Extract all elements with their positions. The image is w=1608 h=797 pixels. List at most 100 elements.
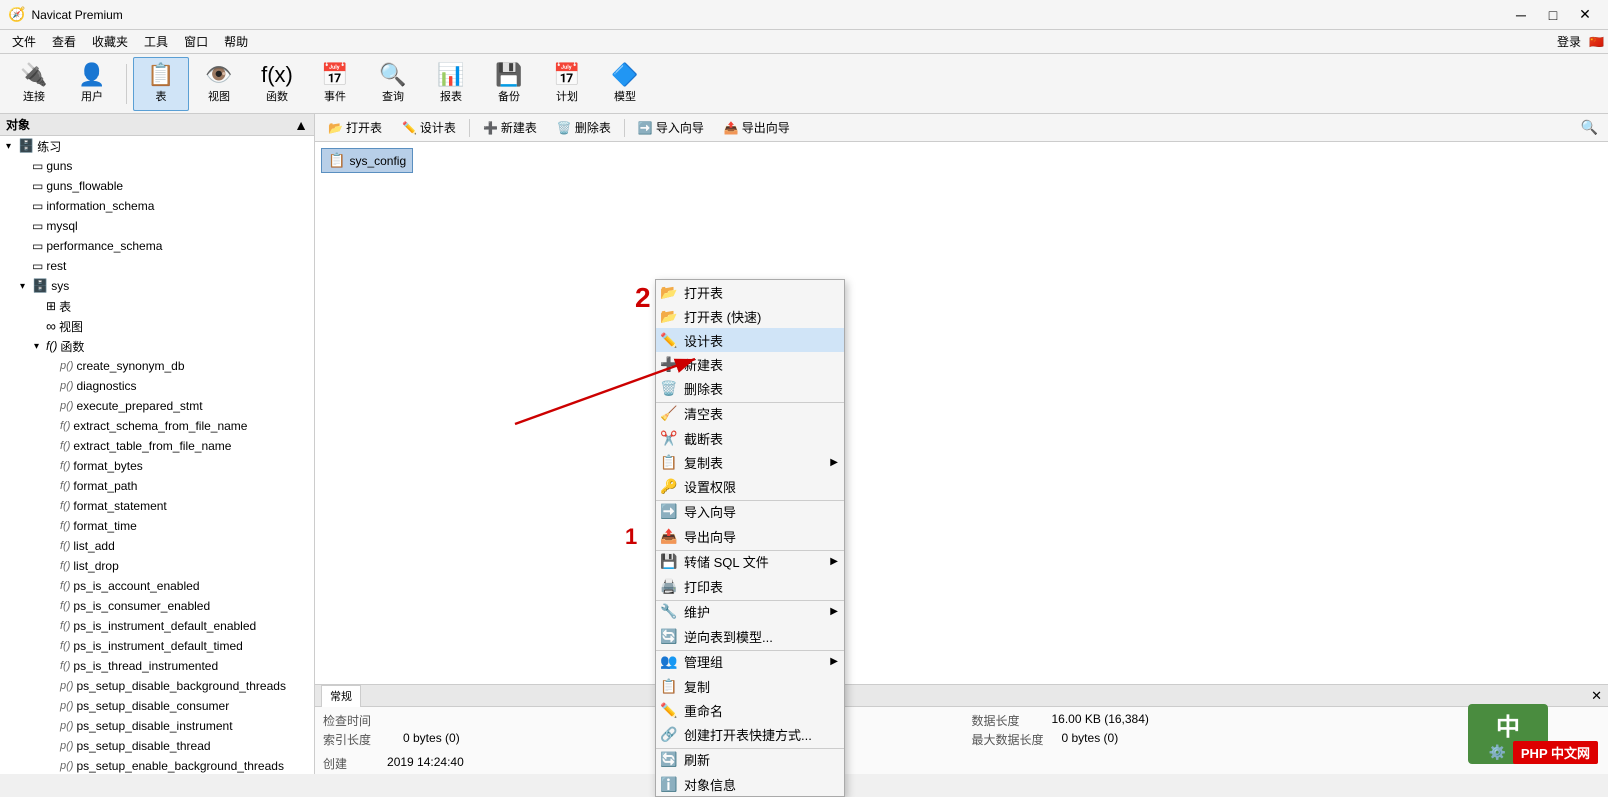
toolbar-label-模型: 模型 — [614, 88, 636, 104]
ctx-group[interactable]: 👥管理组▶ — [656, 650, 844, 674]
delete-table-btn[interactable]: 🗑️删除表 — [548, 117, 620, 139]
tree-icon-table: ▭ — [32, 239, 43, 253]
tree-item-ps_setup_disable_instrument[interactable]: p()ps_setup_disable_instrument — [0, 716, 314, 736]
tree-item-ps_setup_enable_background_threads[interactable]: p()ps_setup_enable_background_threads — [0, 756, 314, 774]
tree-item-guns_flowable[interactable]: ▭guns_flowable — [0, 176, 314, 196]
ctx-delete[interactable]: 🗑️删除表 — [656, 376, 844, 400]
tree-item-ps_is_account_enabled[interactable]: f()ps_is_account_enabled — [0, 576, 314, 596]
tree-label: format_statement — [73, 499, 166, 513]
ime-char: 中 — [1496, 707, 1520, 742]
toolbar-label-备份: 备份 — [498, 88, 520, 104]
ctx-export[interactable]: 📤导出向导 — [656, 524, 844, 548]
toolbar-btn-计划[interactable]: 📅计划 — [539, 57, 595, 111]
tree-item-format_path[interactable]: f()format_path — [0, 476, 314, 496]
ctx-shortcut[interactable]: 🔗创建打开表快捷方式... — [656, 722, 844, 746]
ctx-open[interactable]: 📂打开表 — [656, 280, 844, 304]
ctx-dump[interactable]: 💾转储 SQL 文件▶ — [656, 550, 844, 574]
toolbar-btn-报表[interactable]: 📊报表 — [423, 57, 479, 111]
tree-item-函数[interactable]: ▾f()函数 — [0, 336, 314, 356]
ctx-copy-table[interactable]: 📋复制表▶ — [656, 450, 844, 474]
ctx-maintain[interactable]: 🔧维护▶ — [656, 600, 844, 624]
toolbar-btn-备份[interactable]: 💾备份 — [481, 57, 537, 111]
tree-icon-db: 🗄️ — [32, 278, 48, 294]
design-table-btn[interactable]: ✏️设计表 — [393, 117, 465, 139]
ctx-new[interactable]: ➕新建表 — [656, 352, 844, 376]
login-label[interactable]: 登录 — [1557, 33, 1581, 50]
export-btn[interactable]: 📤导出向导 — [715, 117, 799, 139]
toolbar-icon-连接: 🔌 — [20, 64, 47, 86]
tree-item-extract_schema_from_file_name[interactable]: f()extract_schema_from_file_name — [0, 416, 314, 436]
tree-item-表[interactable]: ⊞表 — [0, 296, 314, 316]
import-btn[interactable]: ➡️导入向导 — [629, 117, 713, 139]
ctx-copy[interactable]: 📋复制 — [656, 674, 844, 698]
tree-item-format_statement[interactable]: f()format_statement — [0, 496, 314, 516]
menu-item-4[interactable]: 窗口 — [176, 30, 216, 54]
tree-item-ps_is_thread_instrumented[interactable]: f()ps_is_thread_instrumented — [0, 656, 314, 676]
tree-item-format_bytes[interactable]: f()format_bytes — [0, 456, 314, 476]
tree-item-视图[interactable]: ∞视图 — [0, 316, 314, 336]
minimize-button[interactable]: ─ — [1506, 4, 1536, 26]
tree-item-execute_prepared_stmt[interactable]: p()execute_prepared_stmt — [0, 396, 314, 416]
toolbar-btn-表[interactable]: 📋表 — [133, 57, 189, 111]
tree-item-ps_is_instrument_default_timed[interactable]: f()ps_is_instrument_default_timed — [0, 636, 314, 656]
menu-item-3[interactable]: 工具 — [136, 30, 176, 54]
index-value: 0 bytes (0) — [403, 731, 460, 748]
ctx-reverse[interactable]: 🔄逆向表到模型... — [656, 624, 844, 648]
toolbar-btn-用户[interactable]: 👤用户 — [64, 57, 120, 111]
ctx-info[interactable]: ℹ️对象信息 — [656, 772, 844, 796]
content-btn-label-0: 打开表 — [346, 119, 382, 136]
tree-item-ps_is_consumer_enabled[interactable]: f()ps_is_consumer_enabled — [0, 596, 314, 616]
ctx-open-fast[interactable]: 📂打开表 (快速) — [656, 304, 844, 328]
ctx-clear[interactable]: 🧹清空表 — [656, 402, 844, 426]
tree-item-information_schema[interactable]: ▭information_schema — [0, 196, 314, 216]
toolbar-btn-连接[interactable]: 🔌连接 — [6, 57, 62, 111]
ctx-design[interactable]: ✏️设计表 — [656, 328, 844, 352]
toolbar-btn-模型[interactable]: 🔷模型 — [597, 57, 653, 111]
ctx-truncate[interactable]: ✂️截断表 — [656, 426, 844, 450]
tree-item-list_drop[interactable]: f()list_drop — [0, 556, 314, 576]
toolbar-btn-查询[interactable]: 🔍查询 — [365, 57, 421, 111]
tree-item-ps_setup_disable_background_threads[interactable]: p()ps_setup_disable_background_threads — [0, 676, 314, 696]
tree-item-format_time[interactable]: f()format_time — [0, 516, 314, 536]
menu-item-0[interactable]: 文件 — [4, 30, 44, 54]
ctx-label-ctx-truncate: 截断表 — [684, 429, 723, 448]
tree-icon-func: p() — [60, 740, 73, 752]
ime-gear-icon[interactable]: ⚙️ — [1489, 744, 1506, 761]
close-button[interactable]: ✕ — [1570, 4, 1600, 26]
ctx-label-ctx-info: 对象信息 — [684, 775, 736, 794]
tree-item-mysql[interactable]: ▭mysql — [0, 216, 314, 236]
tree-item-list_add[interactable]: f()list_add — [0, 536, 314, 556]
tree-item-create_synonym_db[interactable]: p()create_synonym_db — [0, 356, 314, 376]
info-panel-close-icon[interactable]: ✕ — [1591, 688, 1602, 704]
tree-item-performance_schema[interactable]: ▭performance_schema — [0, 236, 314, 256]
selected-object-item[interactable]: 📋 sys_config — [321, 148, 413, 173]
search-icon[interactable]: 🔍 — [1575, 119, 1604, 136]
content-btn-icon-5: 📤 — [724, 121, 739, 135]
new-table-btn[interactable]: ➕新建表 — [474, 117, 546, 139]
ctx-import[interactable]: ➡️导入向导 — [656, 500, 844, 524]
ctx-label-ctx-print: 打印表 — [684, 577, 723, 596]
tree-item-练习[interactable]: ▾🗄️练习 — [0, 136, 314, 156]
tree-item-extract_table_from_file_name[interactable]: f()extract_table_from_file_name — [0, 436, 314, 456]
ctx-refresh[interactable]: 🔄刷新 — [656, 748, 844, 772]
tree-item-guns[interactable]: ▭guns — [0, 156, 314, 176]
info-tab-general[interactable]: 常规 — [321, 685, 361, 707]
menu-item-5[interactable]: 帮助 — [216, 30, 256, 54]
ctx-rename[interactable]: ✏️重命名 — [656, 698, 844, 722]
maximize-button[interactable]: □ — [1538, 4, 1568, 26]
open-table-btn[interactable]: 📂打开表 — [319, 117, 391, 139]
tree-item-sys[interactable]: ▾🗄️sys — [0, 276, 314, 296]
toolbar-btn-视图[interactable]: 👁️视图 — [191, 57, 247, 111]
toolbar-btn-事件[interactable]: 📅事件 — [307, 57, 363, 111]
ctx-print[interactable]: 🖨️打印表 — [656, 574, 844, 598]
toolbar-btn-函数[interactable]: f(x)函数 — [249, 57, 305, 111]
tree-item-ps_is_instrument_default_enabled[interactable]: f()ps_is_instrument_default_enabled — [0, 616, 314, 636]
menu-item-2[interactable]: 收藏夹 — [84, 30, 136, 54]
tree-item-diagnostics[interactable]: p()diagnostics — [0, 376, 314, 396]
tree-item-ps_setup_disable_thread[interactable]: p()ps_setup_disable_thread — [0, 736, 314, 756]
menu-item-1[interactable]: 查看 — [44, 30, 84, 54]
tree-item-ps_setup_disable_consumer[interactable]: p()ps_setup_disable_consumer — [0, 696, 314, 716]
ctx-permission[interactable]: 🔑设置权限 — [656, 474, 844, 498]
sidebar-expand-btn[interactable]: ▲ — [294, 117, 308, 133]
tree-item-rest[interactable]: ▭rest — [0, 256, 314, 276]
